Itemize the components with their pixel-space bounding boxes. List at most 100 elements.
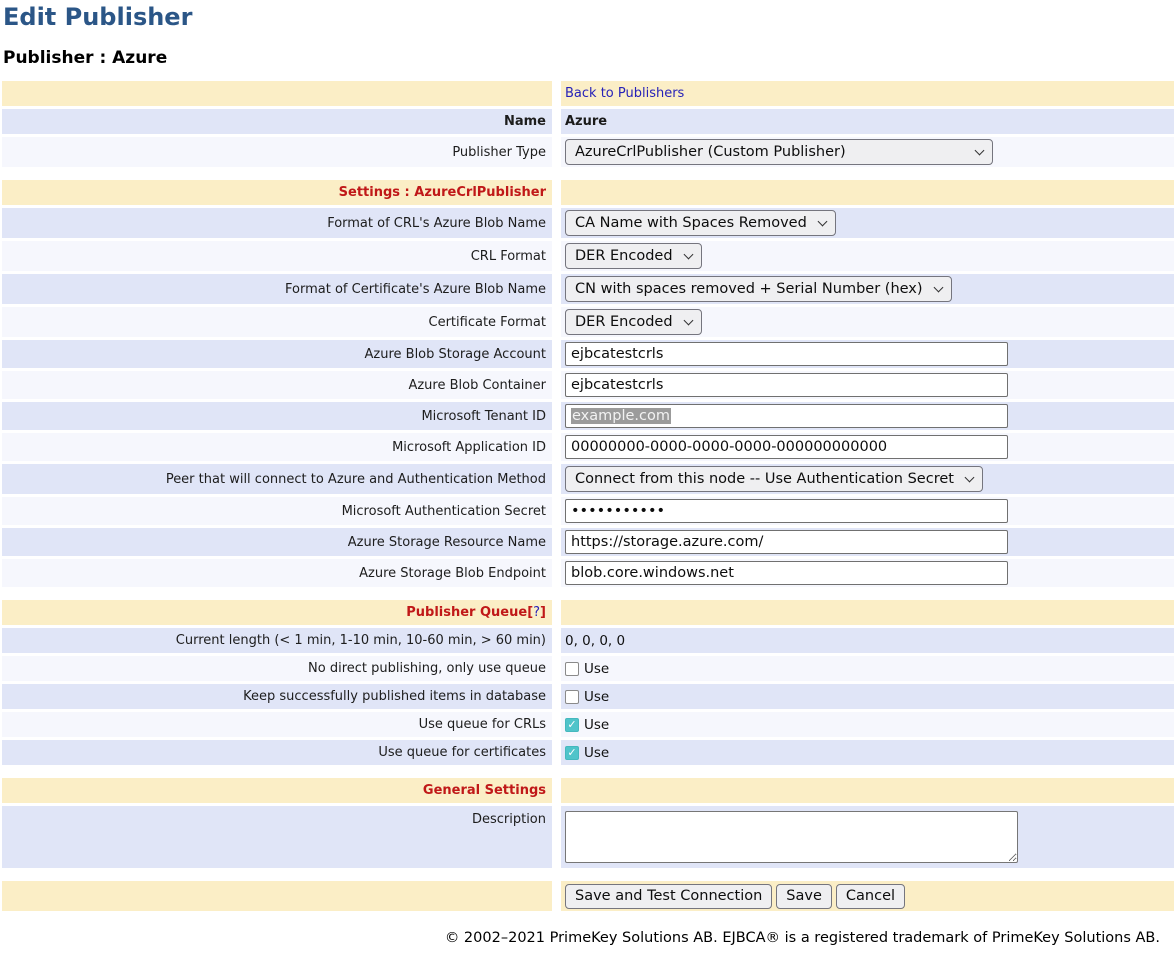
settings-header-row: Settings : AzureCrlPublisher <box>2 180 1174 205</box>
page-title: Edit Publisher <box>3 3 1176 32</box>
storage-resource-name-label: Azure Storage Resource Name <box>2 528 552 556</box>
settings-section-title: Settings : AzureCrlPublisher <box>2 180 552 205</box>
chevron-down-icon <box>965 472 974 481</box>
storage-account-label: Azure Blob Storage Account <box>2 340 552 368</box>
selected-option: Connect from this node -- Use Authentica… <box>575 471 954 487</box>
header-spacer <box>561 180 1174 205</box>
queue-header-row: Publisher Queue[?] <box>2 600 1174 625</box>
storage-account-row: Azure Blob Storage Account <box>2 340 1174 368</box>
blob-container-input[interactable] <box>565 373 1008 397</box>
cert-blob-name-format-row: Format of Certificate's Azure Blob Name … <box>2 274 1174 304</box>
cert-blob-name-format-select[interactable]: CN with spaces removed + Serial Number (… <box>565 276 952 302</box>
cert-blob-name-format-label: Format of Certificate's Azure Blob Name <box>2 274 552 304</box>
queue-certificates-checkbox[interactable]: ✓ <box>565 746 579 760</box>
only-queue-label: No direct publishing, only use queue <box>2 656 552 681</box>
description-row: Description <box>2 806 1174 868</box>
header-spacer <box>2 81 552 106</box>
only-queue-row: No direct publishing, only use queue Use <box>2 656 1174 681</box>
chevron-down-icon <box>934 282 943 291</box>
only-queue-checkbox[interactable] <box>565 662 579 676</box>
queue-crls-label: Use queue for CRLs <box>2 712 552 737</box>
storage-resource-name-row: Azure Storage Resource Name <box>2 528 1174 556</box>
keep-published-checkbox[interactable] <box>565 690 579 704</box>
help-icon[interactable]: ? <box>533 605 540 620</box>
crl-blob-name-format-label: Format of CRL's Azure Blob Name <box>2 208 552 238</box>
peer-auth-method-row: Peer that will connect to Azure and Auth… <box>2 464 1174 494</box>
header-spacer <box>561 600 1174 625</box>
crl-format-row: CRL Format DER Encoded <box>2 241 1174 271</box>
keep-published-row: Keep successfully published items in dat… <box>2 684 1174 709</box>
crl-blob-name-format-row: Format of CRL's Azure Blob Name CA Name … <box>2 208 1174 238</box>
storage-account-input[interactable] <box>565 342 1008 366</box>
queue-section-title: Publisher Queue <box>406 605 527 620</box>
application-id-row: Microsoft Application ID <box>2 433 1174 461</box>
publisher-name-heading: Publisher : Azure <box>3 48 1176 68</box>
save-and-test-connection-button[interactable]: Save and Test Connection <box>565 884 772 909</box>
general-section-title: General Settings <box>2 778 552 803</box>
storage-blob-endpoint-label: Azure Storage Blob Endpoint <box>2 559 552 587</box>
cancel-button[interactable]: Cancel <box>836 884 905 909</box>
crl-blob-name-format-select[interactable]: CA Name with Spaces Removed <box>565 210 836 236</box>
publisher-type-selected-option: AzureCrlPublisher (Custom Publisher) <box>575 144 846 160</box>
tenant-id-input[interactable]: example.com <box>565 404 1008 428</box>
chevron-down-icon <box>818 216 827 225</box>
header-spacer <box>561 778 1174 803</box>
actions-spacer <box>2 881 552 911</box>
checkbox-label: Use <box>584 745 609 761</box>
back-to-publishers-link[interactable]: Back to Publishers <box>565 86 684 101</box>
general-settings-table: General Settings Description <box>2 778 1174 868</box>
general-header-row: General Settings <box>2 778 1174 803</box>
table-header-row: Back to Publishers <box>2 81 1174 106</box>
selected-option: DER Encoded <box>575 314 673 330</box>
storage-blob-endpoint-row: Azure Storage Blob Endpoint <box>2 559 1174 587</box>
name-label: Name <box>2 109 552 134</box>
application-id-label: Microsoft Application ID <box>2 433 552 461</box>
selected-text: example.com <box>571 408 671 424</box>
checkbox-label: Use <box>584 661 609 677</box>
storage-blob-endpoint-input[interactable] <box>565 561 1008 585</box>
checkbox-label: Use <box>584 689 609 705</box>
certificate-format-row: Certificate Format DER Encoded <box>2 307 1174 337</box>
checkmark-icon: ✓ <box>567 719 576 730</box>
save-button[interactable]: Save <box>776 884 832 909</box>
name-value: Azure <box>561 109 1174 134</box>
application-id-input[interactable] <box>565 435 1008 459</box>
selected-option: CN with spaces removed + Serial Number (… <box>575 281 923 297</box>
selected-option: CA Name with Spaces Removed <box>575 215 807 231</box>
auth-secret-row: Microsoft Authentication Secret <box>2 497 1174 525</box>
checkbox-label: Use <box>584 717 609 733</box>
identity-table: Back to Publishers Name Azure Publisher … <box>2 81 1174 167</box>
chevron-down-icon <box>684 315 693 324</box>
auth-secret-input[interactable] <box>565 499 1008 523</box>
publisher-type-select[interactable]: AzureCrlPublisher (Custom Publisher) <box>565 139 993 165</box>
queue-certificates-label: Use queue for certificates <box>2 740 552 765</box>
tenant-id-label: Microsoft Tenant ID <box>2 402 552 430</box>
selected-option: DER Encoded <box>575 248 673 264</box>
footer-copyright: © 2002–2021 PrimeKey Solutions AB. EJBCA… <box>0 924 1176 946</box>
publisher-type-row: Publisher Type AzureCrlPublisher (Custom… <box>2 137 1174 167</box>
checkmark-icon: ✓ <box>567 747 576 758</box>
queue-crls-row: Use queue for CRLs ✓ Use <box>2 712 1174 737</box>
actions-table: Save and Test Connection Save Cancel <box>2 881 1174 911</box>
current-length-row: Current length (< 1 min, 1-10 min, 10-60… <box>2 628 1174 653</box>
current-length-value: 0, 0, 0, 0 <box>561 628 1174 653</box>
queue-crls-checkbox[interactable]: ✓ <box>565 718 579 732</box>
name-row: Name Azure <box>2 109 1174 134</box>
chevron-down-icon <box>684 249 693 258</box>
crl-format-select[interactable]: DER Encoded <box>565 243 702 269</box>
peer-auth-method-label: Peer that will connect to Azure and Auth… <box>2 464 552 494</box>
crl-format-label: CRL Format <box>2 241 552 271</box>
chevron-down-icon <box>975 145 984 154</box>
storage-resource-name-input[interactable] <box>565 530 1008 554</box>
certificate-format-select[interactable]: DER Encoded <box>565 309 702 335</box>
description-label: Description <box>2 806 552 868</box>
actions-row: Save and Test Connection Save Cancel <box>2 881 1174 911</box>
description-textarea[interactable] <box>565 811 1018 863</box>
current-length-label: Current length (< 1 min, 1-10 min, 10-60… <box>2 628 552 653</box>
blob-container-label: Azure Blob Container <box>2 371 552 399</box>
publisher-type-label: Publisher Type <box>2 137 552 167</box>
peer-auth-method-select[interactable]: Connect from this node -- Use Authentica… <box>565 466 983 492</box>
certificate-format-label: Certificate Format <box>2 307 552 337</box>
blob-container-row: Azure Blob Container <box>2 371 1174 399</box>
settings-table: Settings : AzureCrlPublisher Format of C… <box>2 180 1174 587</box>
